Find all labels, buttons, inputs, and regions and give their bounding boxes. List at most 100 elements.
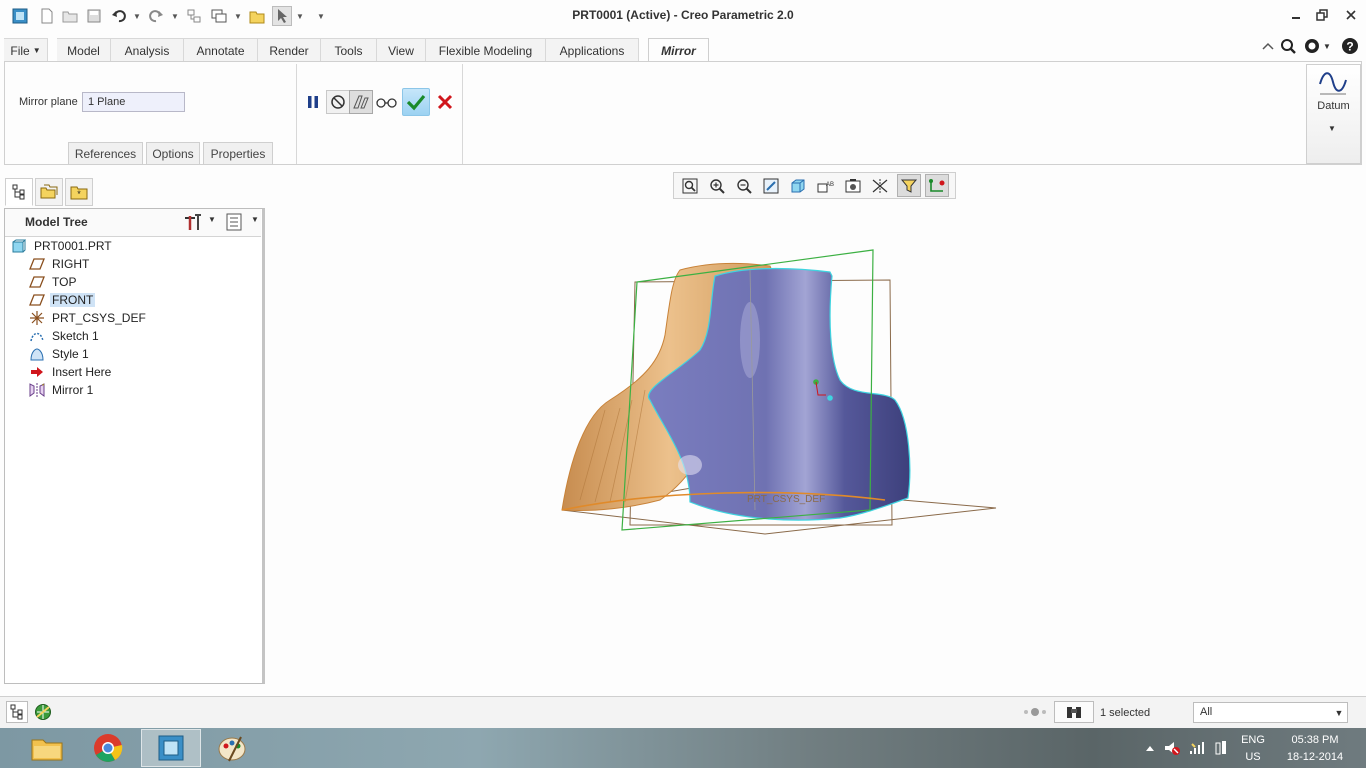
datum-dropdown-icon[interactable]: ▼ — [1328, 124, 1336, 133]
explorer-icon[interactable] — [17, 729, 77, 767]
tab-file[interactable]: File ▼ — [4, 38, 48, 62]
properties-tab[interactable]: Properties — [203, 142, 273, 165]
csys-label: PRT_CSYS_DEF — [747, 494, 825, 505]
show-icon[interactable] — [226, 213, 242, 231]
pause-icon[interactable] — [301, 90, 325, 114]
status-bar — [0, 696, 1366, 728]
tree-settings-icon[interactable] — [183, 212, 203, 232]
find-icon[interactable] — [1054, 701, 1094, 723]
minimize-icon[interactable] — [1283, 5, 1309, 25]
ribbon-tab-bar: File ▼ Model Analysis Annotate Render Too… — [0, 38, 1366, 63]
no-preview-icon[interactable] — [326, 90, 350, 114]
tab-tools-label: Tools — [334, 43, 363, 58]
svg-text:*: * — [77, 189, 81, 199]
input-region[interactable]: US — [1238, 751, 1268, 763]
tree-item-front[interactable]: FRONT — [28, 291, 96, 309]
clock-date[interactable]: 18-12-2014 — [1276, 751, 1354, 763]
refit-icon[interactable] — [678, 174, 702, 197]
clock-time[interactable]: 05:38 PM — [1280, 734, 1350, 746]
input-language[interactable]: ENG — [1238, 734, 1268, 746]
tab-analysis-label: Analysis — [124, 43, 170, 58]
perspective-view-icon[interactable] — [868, 174, 892, 197]
tree-item-csys[interactable]: PRT_CSYS_DEF — [28, 309, 148, 327]
selection-filter[interactable]: All — [1193, 702, 1348, 723]
tab-view[interactable]: View — [377, 38, 426, 62]
style-icon — [28, 346, 46, 362]
paint-icon[interactable] — [202, 729, 262, 767]
close-icon[interactable] — [1338, 5, 1364, 25]
community-icon[interactable] — [1302, 36, 1322, 56]
chevron-down-icon: ▼ — [32, 46, 41, 55]
browser-icon[interactable] — [32, 701, 54, 723]
tree-item-label: Mirror 1 — [52, 383, 94, 397]
show-dropdown-icon[interactable]: ▼ — [251, 215, 259, 224]
toggle-navigator-icon[interactable] — [6, 701, 28, 723]
collapse-ribbon-icon[interactable] — [1258, 36, 1278, 56]
zoom-out-icon[interactable] — [732, 174, 756, 197]
tree-item-label: Sketch 1 — [52, 329, 99, 343]
zoom-in-icon[interactable] — [705, 174, 729, 197]
spin-center-icon[interactable] — [925, 174, 949, 197]
options-tab[interactable]: Options — [146, 142, 200, 165]
display-style-icon[interactable] — [786, 174, 810, 197]
tree-item-style[interactable]: Style 1 — [28, 345, 91, 363]
tab-applications[interactable]: Applications — [546, 38, 639, 62]
preview-icon[interactable] — [349, 90, 373, 114]
tree-item-label: PRT0001.PRT — [34, 239, 112, 253]
model-viewport[interactable]: PRT_CSYS_DEF — [540, 240, 1010, 540]
tree-item-top[interactable]: TOP — [28, 273, 78, 291]
ok-button[interactable] — [402, 88, 430, 116]
tab-applications-label: Applications — [559, 43, 625, 58]
tab-mirror-label: Mirror — [661, 44, 696, 58]
tree-item-label: Insert Here — [52, 365, 112, 379]
search-icon[interactable] — [1278, 36, 1298, 56]
volume-muted-icon[interactable] — [1162, 738, 1182, 758]
selection-count: 1 selected — [1100, 707, 1151, 719]
sketch-point[interactable] — [827, 395, 833, 401]
tab-flexible-modeling[interactable]: Flexible Modeling — [426, 38, 546, 62]
filter-dropdown-icon[interactable]: ▼ — [1331, 703, 1347, 722]
show-hidden-icons-icon[interactable] — [1140, 738, 1160, 758]
tree-item-right[interactable]: RIGHT — [28, 255, 91, 273]
folder-browser-tab[interactable] — [35, 178, 63, 206]
references-tab[interactable]: References — [68, 142, 143, 165]
tree-item-label: FRONT — [50, 293, 96, 307]
repaint-icon[interactable] — [759, 174, 783, 197]
tree-item-part[interactable]: PRT0001.PRT — [10, 237, 114, 255]
cancel-button[interactable] — [433, 90, 457, 114]
tab-render[interactable]: Render — [258, 38, 321, 62]
datum-plane-icon — [28, 292, 46, 308]
datum-display-filters-icon[interactable] — [897, 174, 921, 197]
check-icon — [406, 94, 426, 111]
network-icon[interactable] — [1187, 738, 1207, 758]
tab-model[interactable]: Model — [57, 38, 111, 62]
sketch-icon — [28, 328, 46, 344]
tab-mirror[interactable]: Mirror — [648, 38, 709, 63]
part-icon — [10, 238, 28, 254]
view-manager-icon[interactable] — [841, 174, 865, 197]
mirror-plane-collector[interactable]: 1 Plane — [82, 92, 185, 112]
tab-annotate[interactable]: Annotate — [184, 38, 258, 62]
power-icon[interactable] — [1211, 738, 1231, 758]
verify-glasses-icon[interactable] — [375, 90, 399, 114]
tree-item-label: TOP — [52, 275, 77, 289]
tree-settings-dropdown-icon[interactable]: ▼ — [208, 215, 216, 224]
restore-icon[interactable] — [1309, 5, 1335, 25]
community-dropdown-icon[interactable]: ▼ — [1322, 36, 1332, 56]
tab-analysis[interactable]: Analysis — [111, 38, 184, 62]
favorites-tab[interactable]: * — [65, 178, 93, 206]
mirror-plane-label: Mirror plane — [19, 96, 78, 108]
help-icon[interactable]: ? — [1340, 36, 1360, 56]
tree-item-mirror[interactable]: * Mirror 1 — [28, 381, 95, 399]
model-tree-tab[interactable] — [5, 178, 33, 206]
tree-item-label: PRT_CSYS_DEF — [52, 311, 146, 325]
saved-orientations-icon[interactable]: AB — [813, 174, 837, 197]
tab-annotate-label: Annotate — [196, 43, 245, 58]
creo-taskbar-icon[interactable] — [141, 729, 201, 767]
tree-item-insert-here[interactable]: Insert Here — [28, 363, 113, 381]
tab-tools[interactable]: Tools — [321, 38, 377, 62]
tree-item-sketch[interactable]: Sketch 1 — [28, 327, 101, 345]
tree-item-label: RIGHT — [52, 257, 90, 271]
chrome-icon[interactable] — [78, 729, 138, 767]
tab-flexible-modeling-label: Flexible Modeling — [438, 43, 533, 58]
